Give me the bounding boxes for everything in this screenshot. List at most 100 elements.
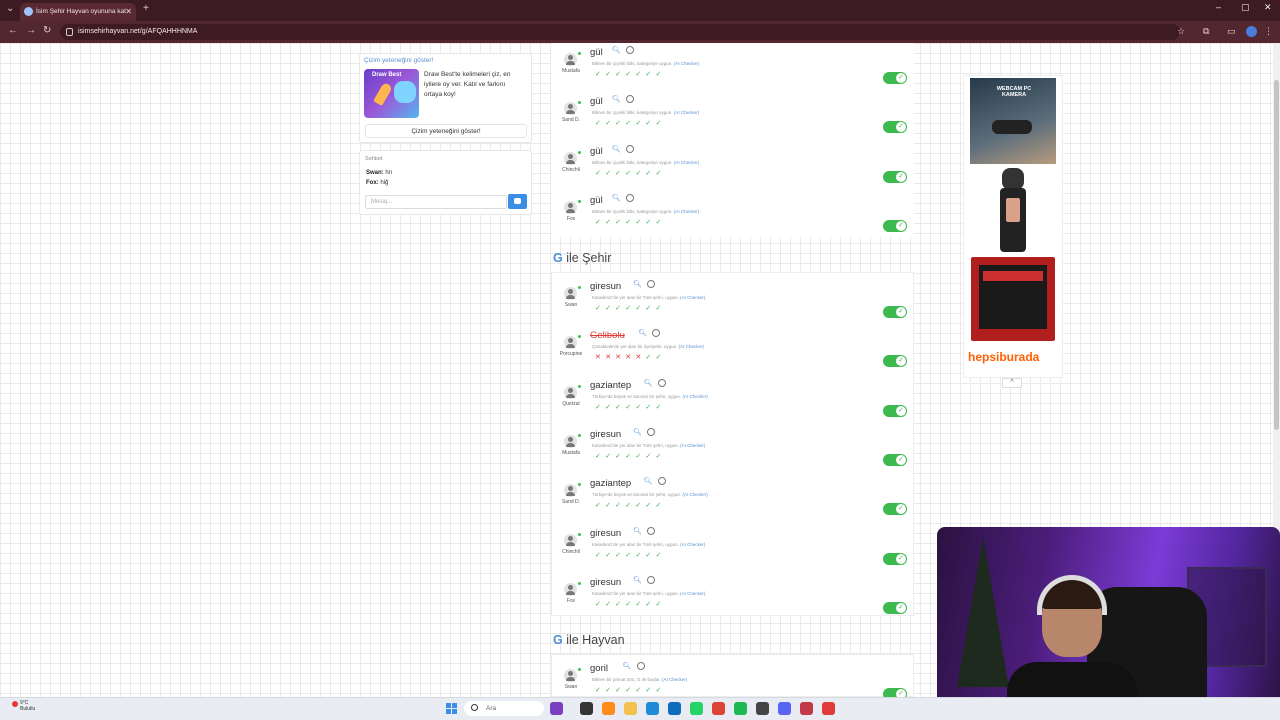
vote-check-icon[interactable]: ✓	[605, 71, 615, 78]
search-icon[interactable]: 🔍︎	[612, 95, 621, 103]
answer-approve-toggle[interactable]	[883, 453, 907, 466]
emoji-react-icon[interactable]	[647, 427, 656, 436]
search-icon[interactable]: 🔍︎	[644, 477, 653, 485]
search-icon[interactable]: 🔍︎	[638, 329, 647, 337]
vote-check-icon[interactable]: ✓	[655, 453, 665, 460]
answer-approve-toggle[interactable]	[883, 121, 907, 134]
vote-check-icon[interactable]: ✓	[635, 71, 645, 78]
vote-check-icon[interactable]: ✓	[625, 305, 635, 312]
vote-check-icon[interactable]: ✓	[605, 552, 615, 559]
answer-approve-toggle[interactable]	[883, 503, 907, 516]
terminal-icon[interactable]	[756, 702, 769, 715]
vote-check-icon[interactable]: ✓	[595, 120, 605, 127]
search-icon[interactable]: 🔍︎	[633, 527, 642, 535]
vote-check-icon[interactable]: ✓	[625, 170, 635, 177]
close-window-icon[interactable]: ✕	[1264, 2, 1272, 13]
draw-best-image[interactable]: Draw Best	[364, 69, 419, 118]
vote-check-icon[interactable]: ✓	[645, 453, 655, 460]
ad-pc-case-image[interactable]	[971, 257, 1055, 341]
search-icon[interactable]: 🔍︎	[633, 280, 642, 288]
vote-check-icon[interactable]: ✓	[615, 687, 625, 694]
close-tab-icon[interactable]: ✕	[125, 3, 132, 21]
vote-check-icon[interactable]: ✓	[645, 552, 655, 559]
emoji-react-icon[interactable]	[652, 329, 661, 338]
vote-check-icon[interactable]: ✓	[615, 502, 625, 509]
vote-check-icon[interactable]: ✓	[605, 120, 615, 127]
vote-check-icon[interactable]: ✓	[645, 687, 655, 694]
file-explorer-icon[interactable]	[624, 702, 637, 715]
vote-check-icon[interactable]: ✓	[635, 687, 645, 694]
vote-check-icon[interactable]: ✓	[595, 601, 605, 608]
answer-approve-toggle[interactable]	[883, 552, 907, 565]
vote-check-icon[interactable]: ✓	[645, 601, 655, 608]
vote-check-icon[interactable]: ✓	[625, 687, 635, 694]
vote-check-icon[interactable]: ✓	[655, 219, 665, 226]
bookmark-star-icon[interactable]: ☆	[1177, 26, 1185, 37]
vote-check-icon[interactable]: ✓	[635, 404, 645, 411]
site-info-icon[interactable]	[66, 28, 73, 36]
whatsapp-icon[interactable]	[690, 702, 703, 715]
back-icon[interactable]: ←	[8, 25, 18, 36]
emoji-react-icon[interactable]	[625, 144, 634, 153]
vote-check-icon[interactable]: ✓	[635, 552, 645, 559]
vote-cross-icon[interactable]: ✕	[625, 354, 635, 361]
task-view-icon[interactable]	[580, 702, 593, 715]
emoji-react-icon[interactable]	[647, 280, 656, 288]
taskbar-search[interactable]: Ara	[464, 701, 544, 716]
vote-check-icon[interactable]: ✓	[625, 502, 635, 509]
vote-check-icon[interactable]: ✓	[625, 219, 635, 226]
scrollbar-thumb[interactable]	[1274, 80, 1279, 430]
spotify-icon[interactable]	[734, 702, 747, 715]
edge-icon[interactable]	[646, 702, 659, 715]
vote-check-icon[interactable]: ✓	[615, 71, 625, 78]
emoji-react-icon[interactable]	[657, 378, 666, 387]
search-icon[interactable]: 🔍︎	[633, 576, 642, 584]
tab-list-icon[interactable]: ⌄	[6, 3, 14, 14]
answer-approve-toggle[interactable]	[883, 219, 907, 232]
vote-check-icon[interactable]: ✓	[635, 120, 645, 127]
vote-check-icon[interactable]: ✓	[655, 120, 665, 127]
vote-check-icon[interactable]: ✓	[595, 305, 605, 312]
chrome-profile-icon[interactable]	[800, 702, 813, 715]
search-icon[interactable]: 🔍︎	[612, 145, 621, 153]
vote-check-icon[interactable]: ✓	[645, 305, 655, 312]
vote-check-icon[interactable]: ✓	[655, 404, 665, 411]
answer-approve-toggle[interactable]	[883, 170, 907, 183]
ad-brand-logo[interactable]: hepsiburada	[968, 350, 1039, 364]
reload-icon[interactable]: ↻	[43, 25, 51, 36]
vote-check-icon[interactable]: ✓	[605, 601, 615, 608]
emoji-react-icon[interactable]	[636, 662, 645, 670]
vote-check-icon[interactable]: ✓	[655, 502, 665, 509]
vote-check-icon[interactable]: ✓	[635, 219, 645, 226]
vote-check-icon[interactable]: ✓	[655, 71, 665, 78]
ad-collapse-button[interactable]: ^	[1002, 378, 1022, 388]
emoji-react-icon[interactable]	[657, 477, 666, 486]
vote-check-icon[interactable]: ✓	[645, 219, 655, 226]
vote-check-icon[interactable]: ✓	[605, 687, 615, 694]
vote-check-icon[interactable]: ✓	[645, 404, 655, 411]
store-icon[interactable]	[668, 702, 681, 715]
vote-check-icon[interactable]: ✓	[645, 354, 655, 361]
answer-approve-toggle[interactable]	[883, 404, 907, 417]
emoji-react-icon[interactable]	[625, 95, 634, 104]
vote-check-icon[interactable]: ✓	[655, 305, 665, 312]
emoji-react-icon[interactable]	[625, 193, 634, 202]
vote-check-icon[interactable]: ✓	[655, 354, 665, 361]
emoji-react-icon[interactable]	[647, 575, 656, 584]
search-icon[interactable]: 🔍︎	[612, 194, 621, 202]
chat-send-button[interactable]	[508, 194, 527, 209]
vote-check-icon[interactable]: ✓	[605, 170, 615, 177]
vote-check-icon[interactable]: ✓	[605, 305, 615, 312]
vote-check-icon[interactable]: ✓	[645, 120, 655, 127]
vote-check-icon[interactable]: ✓	[635, 601, 645, 608]
vote-check-icon[interactable]: ✓	[615, 552, 625, 559]
menu-icon[interactable]: ⋮	[1264, 26, 1273, 37]
chat-input[interactable]: Mesaj...	[365, 195, 507, 209]
vote-check-icon[interactable]: ✓	[625, 453, 635, 460]
vote-check-icon[interactable]: ✓	[625, 552, 635, 559]
vote-check-icon[interactable]: ✓	[605, 219, 615, 226]
cast-icon[interactable]: ▭	[1227, 26, 1236, 37]
vote-check-icon[interactable]: ✓	[615, 170, 625, 177]
extensions-icon[interactable]: ⧉	[1203, 26, 1209, 37]
vote-check-icon[interactable]: ✓	[625, 71, 635, 78]
